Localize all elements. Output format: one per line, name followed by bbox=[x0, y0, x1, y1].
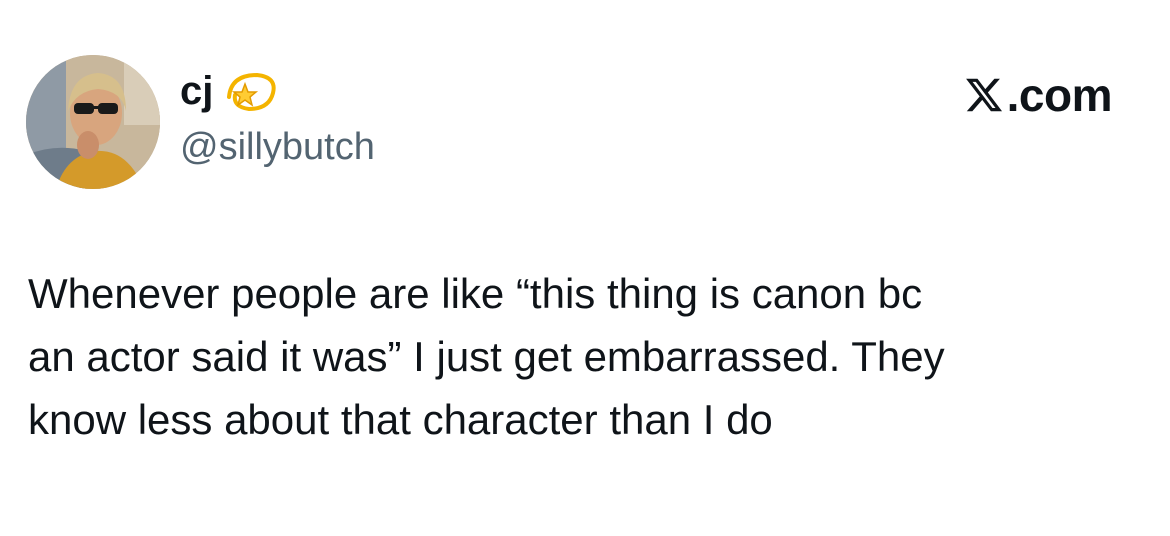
author-name-row[interactable]: cj bbox=[180, 66, 281, 116]
tweet-text: Whenever people are like “this thing is … bbox=[28, 262, 1148, 451]
tweet-line: know less about that character than I do bbox=[28, 396, 773, 443]
x-logo-icon bbox=[963, 75, 1007, 115]
tweet-line: an actor said it was” I just get embarra… bbox=[28, 333, 945, 380]
avatar[interactable] bbox=[26, 55, 160, 189]
profile-photo bbox=[26, 55, 160, 189]
site-mark: .com bbox=[963, 69, 1113, 121]
display-name[interactable]: cj bbox=[180, 71, 213, 111]
site-text: .com bbox=[1006, 69, 1113, 121]
dizzy-star-icon bbox=[223, 67, 281, 115]
tweet-line: Whenever people are like “this thing is … bbox=[28, 270, 923, 317]
author-handle[interactable]: @sillybutch bbox=[180, 128, 375, 166]
